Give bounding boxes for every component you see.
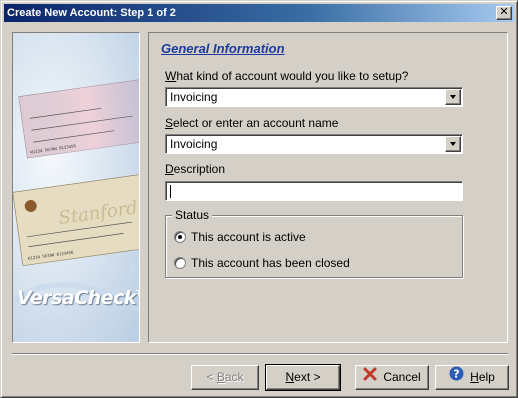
cancel-x-icon xyxy=(363,366,377,389)
chevron-down-icon[interactable] xyxy=(445,136,461,152)
svg-text:?: ? xyxy=(453,368,459,381)
brand-name: VersaCheck xyxy=(17,287,136,309)
radio-active-label: This account is active xyxy=(191,230,306,244)
close-icon: ✕ xyxy=(499,6,509,18)
cancel-label: Cancel xyxy=(383,370,421,384)
status-group: Status This account is active This accou… xyxy=(165,208,463,278)
sidebar-image: ⑆1234 5678⑆ 0123456 Stanford Ac ⑆1234 56… xyxy=(12,32,140,343)
description-label: Description xyxy=(165,162,226,176)
status-group-label: Status xyxy=(172,208,213,222)
close-button[interactable]: ✕ xyxy=(496,6,512,20)
account-name-value: Invoicing xyxy=(170,137,218,151)
title-bar[interactable]: Create New Account: Step 1 of 2 ✕ xyxy=(4,4,514,22)
account-kind-label: What kind of account would you like to s… xyxy=(165,69,409,83)
help-icon: ? xyxy=(449,366,464,389)
cancel-button[interactable]: Cancel xyxy=(355,365,429,390)
back-button[interactable]: < Back xyxy=(191,365,259,390)
account-kind-value: Invoicing xyxy=(170,90,218,104)
window-title: Create New Account: Step 1 of 2 xyxy=(7,7,176,19)
account-kind-select[interactable]: Invoicing xyxy=(165,87,463,107)
trademark-mark: TM xyxy=(136,290,139,300)
radio-button-checked[interactable] xyxy=(174,231,186,243)
radio-button-unchecked[interactable] xyxy=(174,257,186,269)
form-panel: General Information What kind of account… xyxy=(148,32,508,343)
description-input[interactable] xyxy=(165,181,463,201)
next-button[interactable]: Next > xyxy=(265,364,341,391)
account-name-label: Select or enter an account name xyxy=(165,116,339,130)
section-title: General Information xyxy=(161,41,285,56)
wizard-window: Create New Account: Step 1 of 2 ✕ ⑆1234 … xyxy=(0,0,518,398)
versacheck-logo: VersaCheckTM xyxy=(17,287,139,309)
account-name-combo[interactable]: Invoicing xyxy=(165,134,463,154)
chevron-down-icon[interactable] xyxy=(445,89,461,105)
button-separator xyxy=(12,353,508,355)
help-button[interactable]: ? Help xyxy=(435,365,509,390)
radio-closed-label: This account has been closed xyxy=(191,256,350,270)
text-caret xyxy=(170,185,171,198)
